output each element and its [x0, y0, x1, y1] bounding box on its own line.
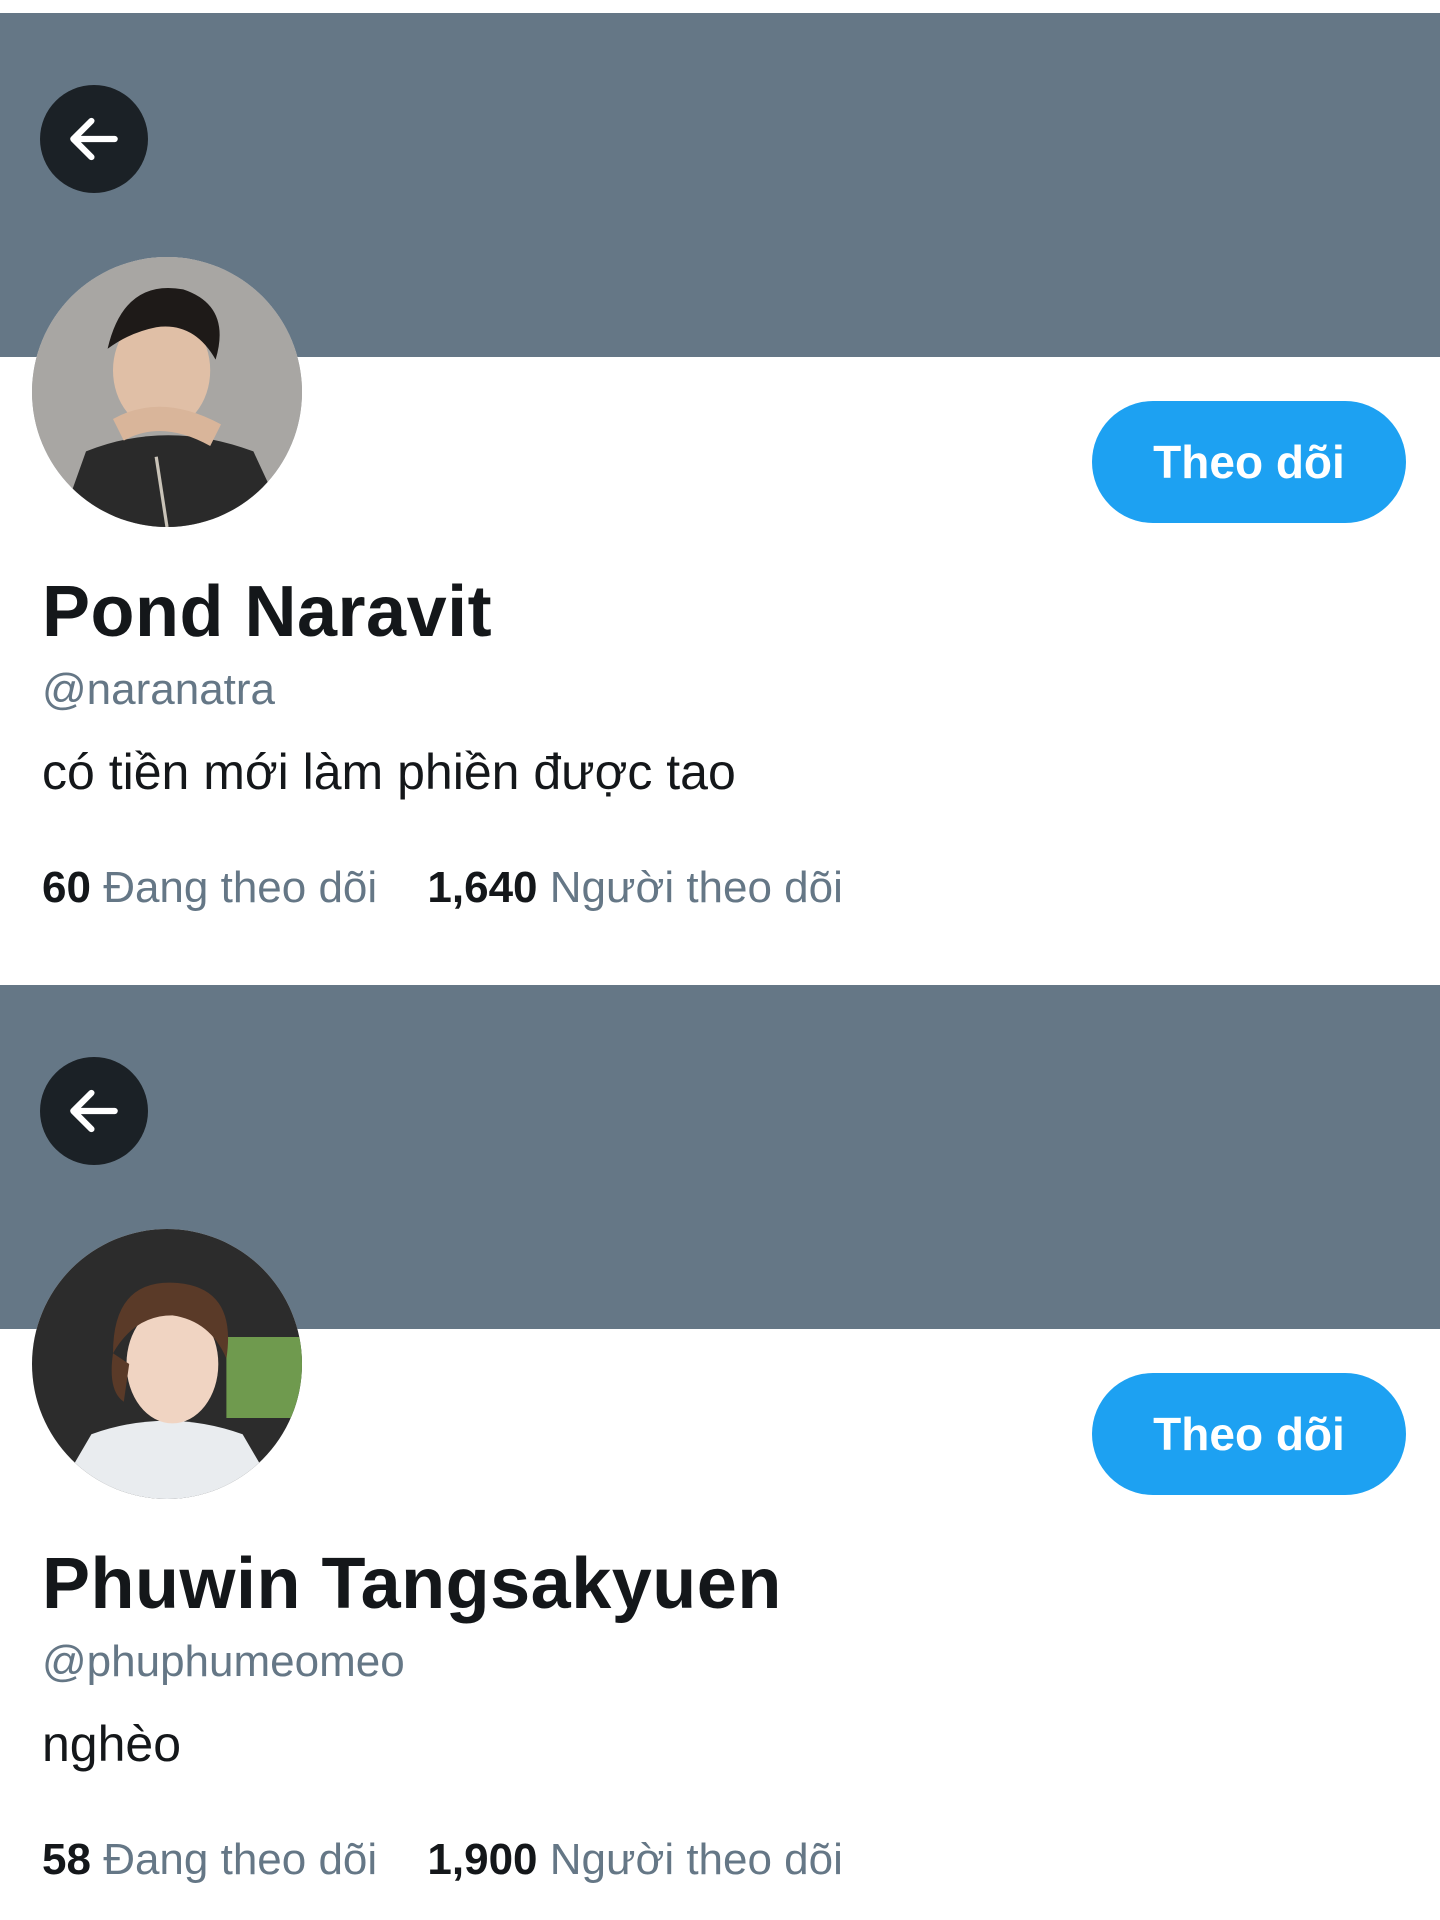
followers-label: Người theo dõi [549, 863, 843, 912]
avatar-photo [32, 257, 302, 527]
followers-count: 1,640 [427, 863, 538, 912]
profile-card: Theo dõi Pond Naravit @naranatra có tiền… [0, 13, 1440, 985]
profile-bio: nghèo [42, 1716, 182, 1772]
followers-label: Người theo dõi [549, 1835, 843, 1884]
following-count: 58 [42, 1835, 91, 1884]
back-button[interactable] [40, 1057, 148, 1165]
username-handle: @phuphumeomeo [42, 1637, 405, 1686]
back-button[interactable] [40, 85, 148, 193]
avatar[interactable] [32, 257, 302, 527]
avatar-photo [32, 1229, 302, 1499]
display-name: Pond Naravit [42, 572, 493, 652]
following-label: Đang theo dõi [103, 1835, 378, 1884]
following-count: 60 [42, 863, 91, 912]
followers-stat[interactable]: 1,900 Người theo dõi [427, 1835, 842, 1885]
top-spacer [0, 0, 1440, 13]
followers-count: 1,900 [427, 1835, 538, 1884]
arrow-left-icon [70, 117, 118, 161]
profile-bio: có tiền mới làm phiền được tao [42, 744, 736, 800]
following-label: Đang theo dõi [103, 863, 378, 912]
username-handle: @naranatra [42, 665, 276, 714]
follow-stats: 58 Đang theo dõi 1,900 Người theo dõi [42, 1835, 881, 1885]
following-stat[interactable]: 58 Đang theo dõi [42, 1835, 377, 1885]
avatar[interactable] [32, 1229, 302, 1499]
follow-button[interactable]: Theo dõi [1092, 1373, 1406, 1495]
display-name: Phuwin Tangsakyuen [42, 1544, 782, 1624]
profile-card: Theo dõi Phuwin Tangsakyuen @phuphumeome… [0, 985, 1440, 1920]
following-stat[interactable]: 60 Đang theo dõi [42, 863, 377, 913]
follow-stats: 60 Đang theo dõi 1,640 Người theo dõi [42, 863, 881, 913]
arrow-left-icon [70, 1089, 118, 1133]
followers-stat[interactable]: 1,640 Người theo dõi [427, 863, 842, 913]
follow-button[interactable]: Theo dõi [1092, 401, 1406, 523]
